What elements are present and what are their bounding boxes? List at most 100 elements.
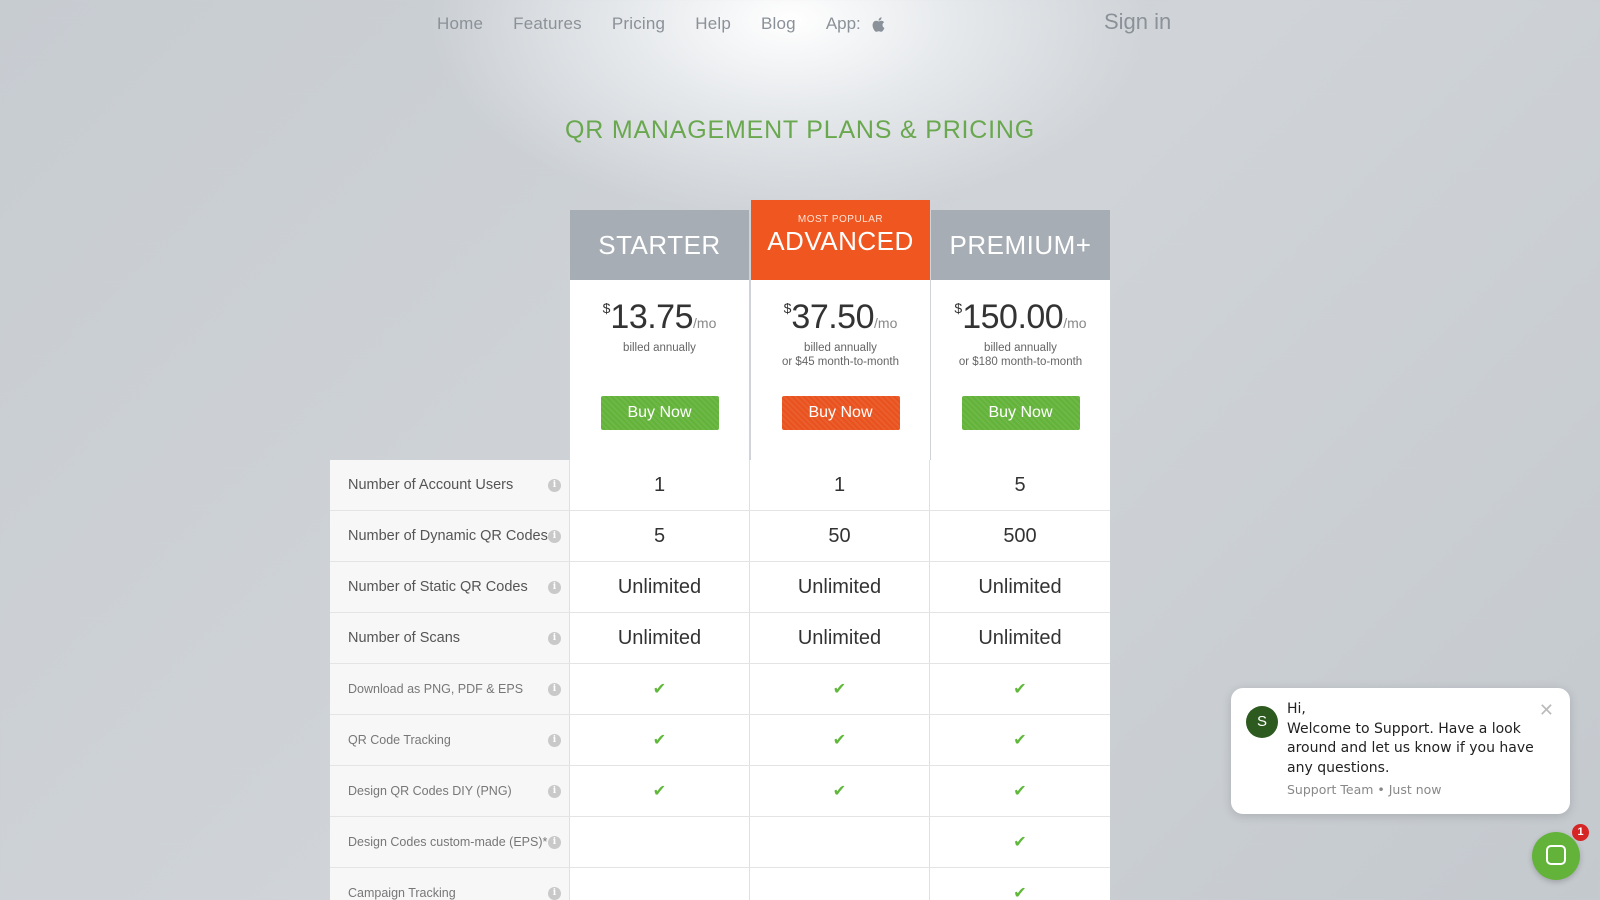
feature-value: 1: [570, 460, 750, 510]
nav-home[interactable]: Home: [437, 14, 483, 34]
check-icon: ✔: [570, 715, 750, 765]
feature-value: Unlimited: [570, 562, 750, 612]
billing-line-2: or $45 month-to-month: [782, 356, 899, 368]
info-icon[interactable]: i: [548, 580, 561, 594]
chat-message: Hi, Welcome to Support. Have a look arou…: [1287, 700, 1547, 778]
check-icon: ✔: [652, 681, 667, 698]
check-icon: ✔: [832, 783, 847, 800]
most-popular-tag: MOST POPULAR: [797, 214, 884, 225]
check-icon: ✔: [652, 732, 667, 749]
feature-label-cell: Download as PNG, PDF & EPS i: [330, 664, 570, 714]
apple-icon[interactable]: [871, 16, 885, 33]
nav-features[interactable]: Features: [513, 14, 582, 34]
table-row: Design QR Codes DIY (PNG) i ✔ ✔ ✔: [330, 766, 1110, 817]
chat-greeting: Hi,: [1287, 701, 1306, 717]
check-icon: ✔: [1013, 732, 1027, 749]
price: $13.75/mo: [570, 298, 749, 337]
feature-label-cell: Number of Account Users i: [330, 460, 570, 510]
feature-label-cell: QR Code Tracking i: [330, 715, 570, 765]
feature-label-cell: Design Codes custom-made (EPS)* i: [330, 817, 570, 867]
buy-now-button[interactable]: Buy Now: [961, 396, 1080, 430]
chat-meta: Support Team • Just now: [1287, 782, 1442, 797]
feature-value: [570, 817, 750, 867]
check-icon: ✔: [1013, 885, 1027, 900]
plan-name: STARTER: [598, 230, 721, 260]
plan-header-premium: PREMIUM+: [931, 210, 1110, 280]
feature-value: 5: [1014, 473, 1026, 496]
info-icon[interactable]: i: [548, 478, 561, 492]
page-title: QR MANAGEMENT PLANS & PRICING: [564, 116, 1036, 144]
nav-blog[interactable]: Blog: [761, 14, 796, 34]
close-icon[interactable]: ✕: [1539, 700, 1554, 721]
feature-value: Unlimited: [978, 575, 1062, 598]
plan-name: PREMIUM+: [949, 230, 1092, 260]
plan-header-advanced: MOST POPULAR ADVANCED: [751, 200, 930, 280]
check-icon: ✔: [1013, 834, 1027, 851]
nav-app[interactable]: App:: [826, 14, 885, 34]
table-row: Design Codes custom-made (EPS)* i ✔: [330, 817, 1110, 868]
feature-value: 5: [570, 511, 750, 561]
notification-badge: 1: [1572, 824, 1589, 841]
table-row: Campaign Tracking i ✔: [330, 868, 1110, 900]
feature-label-cell: Design QR Codes DIY (PNG) i: [330, 766, 570, 816]
billing-note: billed annually or $45 month-to-month: [751, 341, 930, 371]
feature-label-cell: Campaign Tracking i: [330, 868, 570, 900]
price: $150.00/mo: [931, 298, 1110, 337]
plan-header-starter: STARTER: [570, 210, 749, 280]
check-icon: ✔: [570, 664, 750, 714]
info-icon[interactable]: i: [548, 529, 561, 543]
nav-help[interactable]: Help: [695, 14, 731, 34]
buy-now-button[interactable]: Buy Now: [781, 396, 900, 430]
feature-label: QR Code Tracking: [348, 733, 451, 747]
check-icon: ✔: [832, 732, 847, 749]
feature-value: [750, 817, 930, 867]
info-icon[interactable]: i: [548, 733, 561, 747]
info-icon[interactable]: i: [548, 835, 561, 849]
price-panel-premium: $150.00/mo billed annually or $180 month…: [931, 280, 1110, 460]
check-icon: ✔: [750, 664, 930, 714]
feature-value: [750, 868, 930, 900]
feature-label: Download as PNG, PDF & EPS: [348, 682, 524, 696]
price: $37.50/mo: [751, 298, 930, 337]
price-period: /mo: [874, 315, 898, 331]
check-icon: ✔: [930, 766, 1110, 816]
billing-line-1: billed annually: [984, 342, 1057, 354]
nav-pricing[interactable]: Pricing: [612, 14, 665, 34]
info-icon[interactable]: i: [548, 886, 561, 900]
sign-in-link[interactable]: Sign in: [1104, 9, 1171, 35]
check-icon: ✔: [930, 715, 1110, 765]
chat-launcher-button[interactable]: 1: [1532, 824, 1589, 880]
info-icon[interactable]: i: [548, 631, 561, 645]
price-panel-starter: $13.75/mo billed annually Buy Now: [570, 280, 749, 460]
price-amount: 37.50: [791, 298, 875, 336]
feature-label: Number of Static QR Codes: [348, 579, 528, 595]
feature-value: Unlimited: [750, 562, 930, 612]
nav-app-label: App:: [825, 14, 861, 33]
check-icon: ✔: [930, 868, 1110, 900]
billing-line-1: billed annually: [804, 342, 877, 354]
feature-value: Unlimited: [750, 613, 930, 663]
check-icon: ✔: [1013, 783, 1027, 800]
avatar: S: [1246, 706, 1278, 738]
buy-now-button[interactable]: Buy Now: [600, 396, 719, 430]
check-icon: ✔: [1013, 681, 1027, 698]
chat-message-card[interactable]: S Hi, Welcome to Support. Have a look ar…: [1231, 688, 1570, 814]
billing-line-1: billed annually: [623, 342, 696, 354]
feature-label-cell: Number of Dynamic QR Codes i: [330, 511, 570, 561]
check-icon: ✔: [930, 664, 1110, 714]
feature-label: Number of Dynamic QR Codes: [348, 528, 548, 544]
feature-label: Number of Scans: [348, 630, 461, 646]
info-icon[interactable]: i: [548, 682, 561, 696]
feature-value: Unlimited: [570, 613, 750, 663]
currency-symbol: $: [602, 300, 611, 316]
feature-label-cell: Number of Scans i: [330, 613, 570, 663]
feature-label: Design QR Codes DIY (PNG): [348, 784, 512, 798]
price-period: /mo: [1063, 315, 1087, 331]
info-icon[interactable]: i: [548, 784, 561, 798]
currency-symbol: $: [783, 300, 792, 316]
feature-value: [570, 868, 750, 900]
feature-label-cell: Number of Static QR Codes i: [330, 562, 570, 612]
feature-value: 50: [750, 511, 930, 561]
feature-label: Design Codes custom-made (EPS)*: [348, 835, 548, 849]
check-icon: ✔: [570, 766, 750, 816]
